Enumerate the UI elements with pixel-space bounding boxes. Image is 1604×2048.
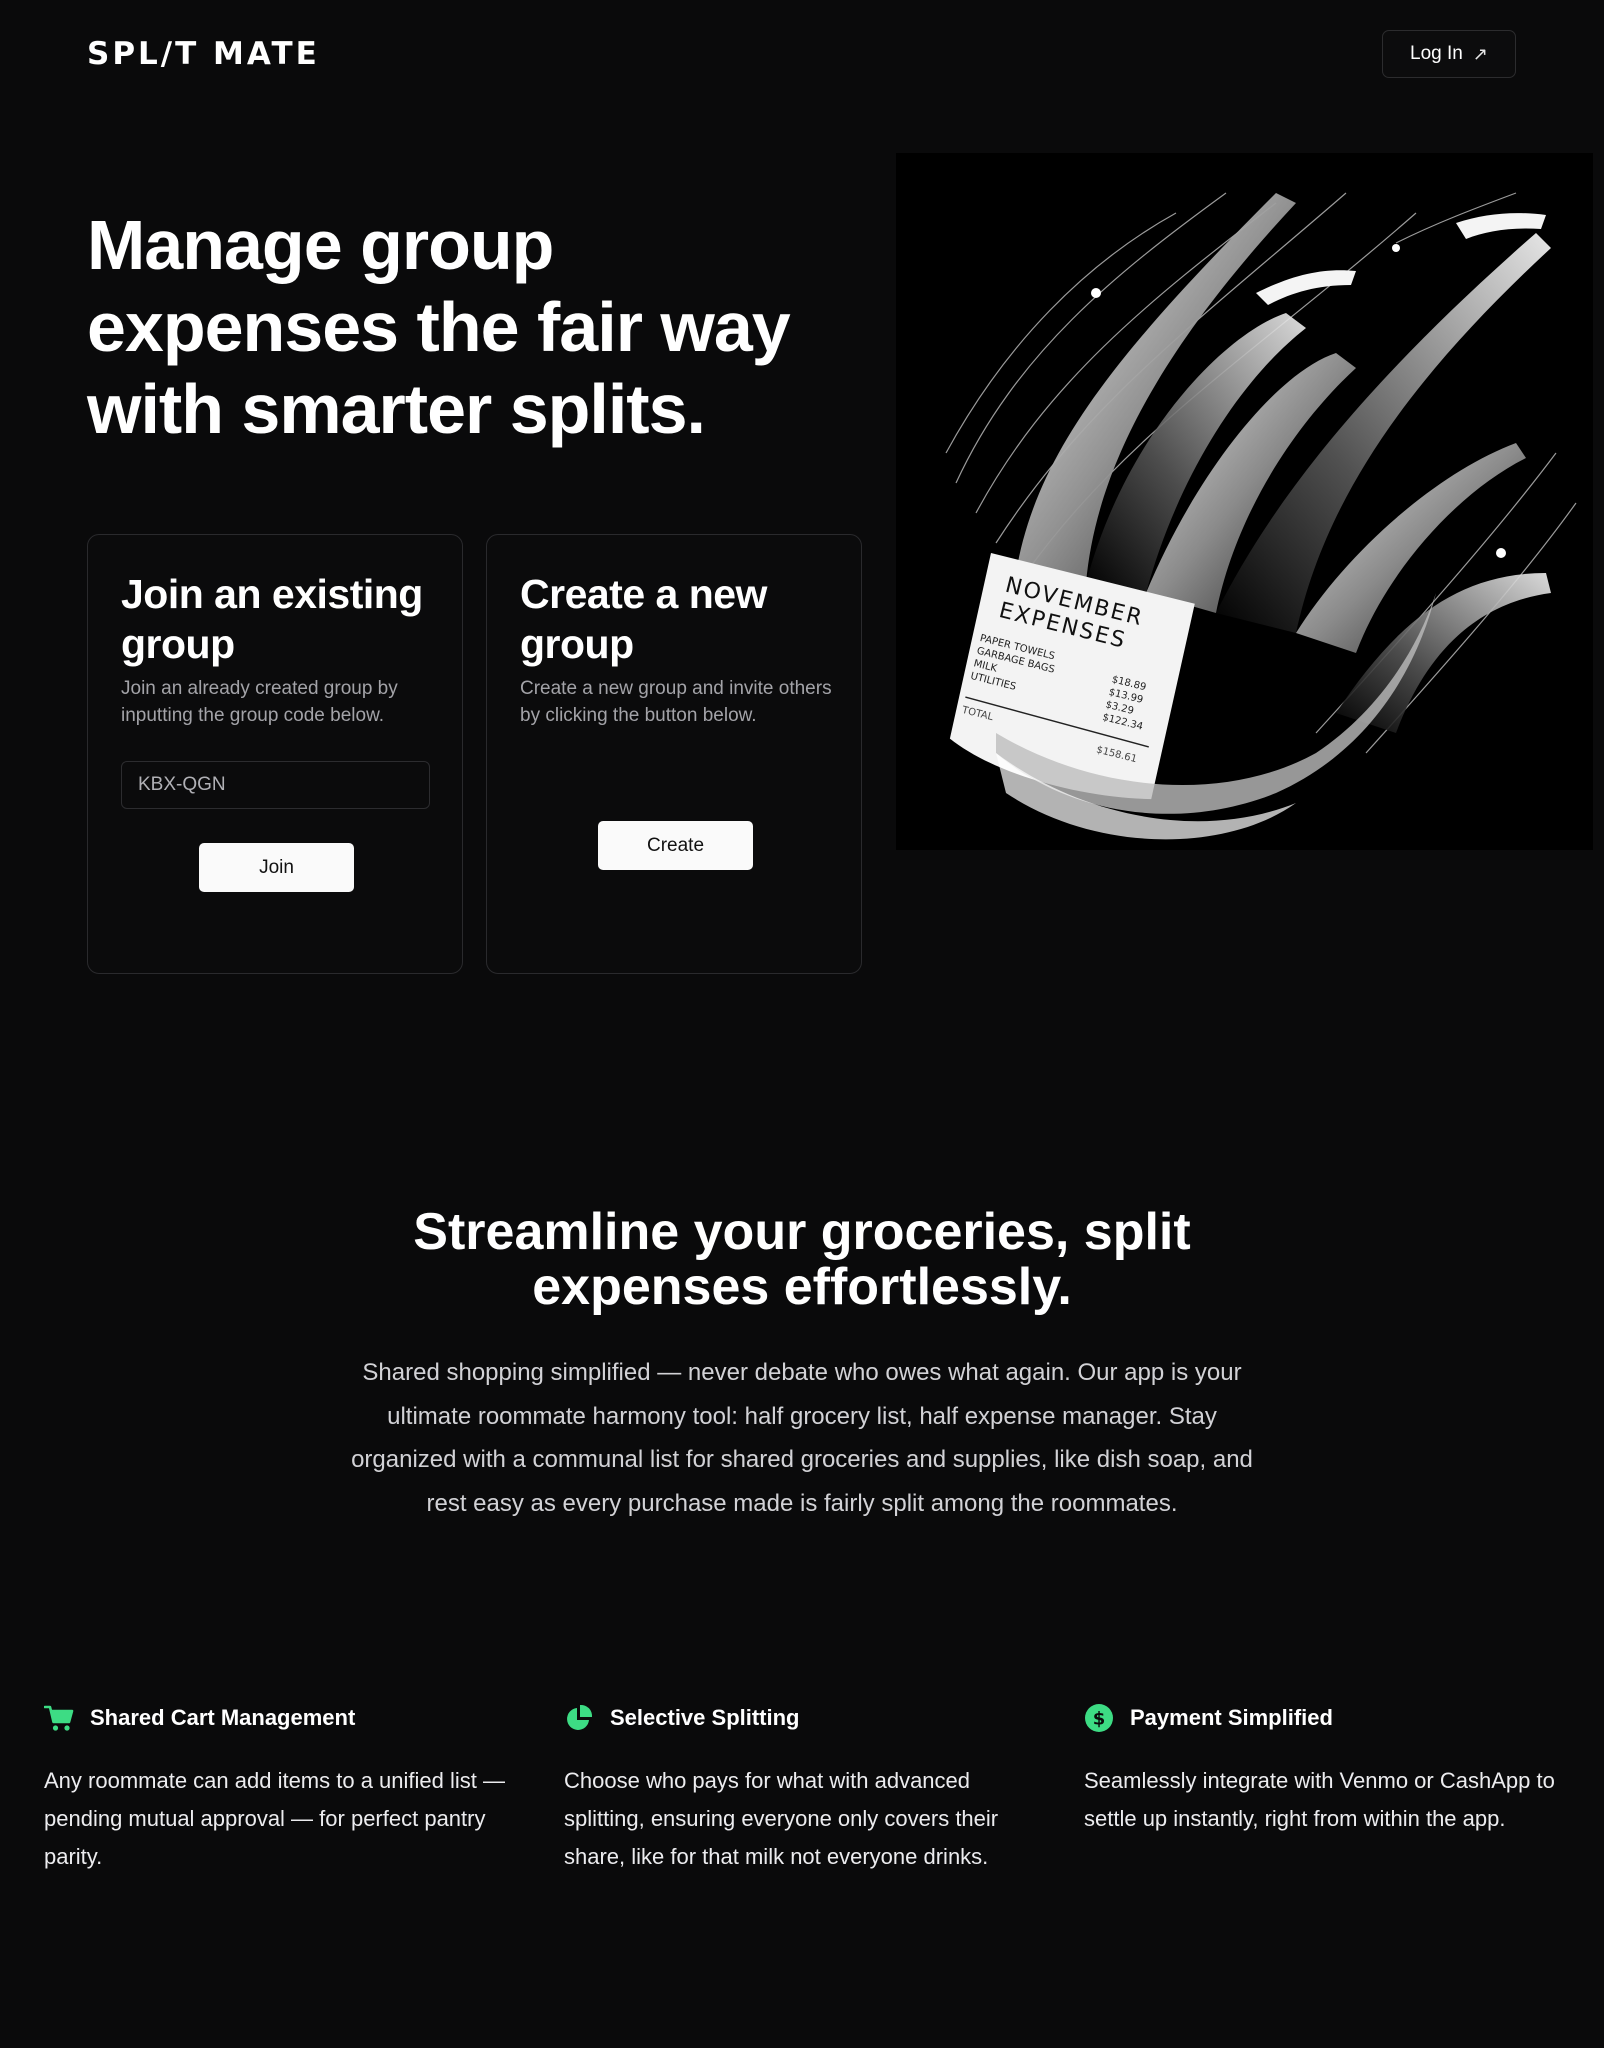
feature-title: Shared Cart Management [90, 1705, 356, 1730]
feature-payment-simplified: $ Payment Simplified Seamlessly integrat… [1084, 1700, 1564, 1838]
create-card-title: Create a new group [520, 571, 767, 667]
join-card-title: Join an existing group [121, 571, 423, 667]
dollar-circle-icon: $ [1084, 1703, 1114, 1733]
login-button-label: Log In [1410, 43, 1463, 64]
login-button[interactable]: Log In ↗ [1382, 30, 1516, 78]
shopping-cart-icon [44, 1703, 74, 1733]
join-card-description: Join an already created group by inputti… [121, 678, 398, 726]
feature-description: Choose who pays for what with advanced s… [564, 1768, 999, 1869]
join-button[interactable]: Join [199, 843, 354, 892]
brand-logo[interactable]: SPL/T MATE [87, 36, 320, 72]
feature-description: Seamlessly integrate with Venmo or CashA… [1084, 1768, 1555, 1831]
section-description: Shared shopping simplified — never debat… [351, 1359, 1253, 1517]
section-title: Streamline your groceries, split expense… [413, 1203, 1191, 1316]
join-group-card: Join an existing group Join an already c… [87, 534, 463, 974]
svg-text:$: $ [1093, 1709, 1106, 1730]
pie-chart-icon [564, 1703, 594, 1733]
feature-shared-cart: Shared Cart Management Any roommate can … [44, 1700, 524, 1876]
feature-description: Any roommate can add items to a unified … [44, 1768, 505, 1869]
feature-title: Selective Splitting [610, 1705, 800, 1730]
receipt-illustration: NOVEMBER EXPENSES PAPER TOWELS GARBAGE B… [896, 153, 1593, 850]
feature-title: Payment Simplified [1130, 1705, 1333, 1730]
arrow-up-right-icon: ↗ [1472, 43, 1488, 64]
hero-title: Manage group expenses the fair way with … [87, 206, 791, 448]
create-group-card: Create a new group Create a new group an… [486, 534, 862, 974]
receipt-artwork: NOVEMBER EXPENSES PAPER TOWELS GARBAGE B… [945, 192, 1577, 840]
create-button[interactable]: Create [598, 821, 753, 870]
create-card-description: Create a new group and invite others by … [520, 678, 832, 726]
feature-selective-splitting: Selective Splitting Choose who pays for … [564, 1700, 1044, 1876]
group-code-input[interactable] [121, 761, 430, 809]
